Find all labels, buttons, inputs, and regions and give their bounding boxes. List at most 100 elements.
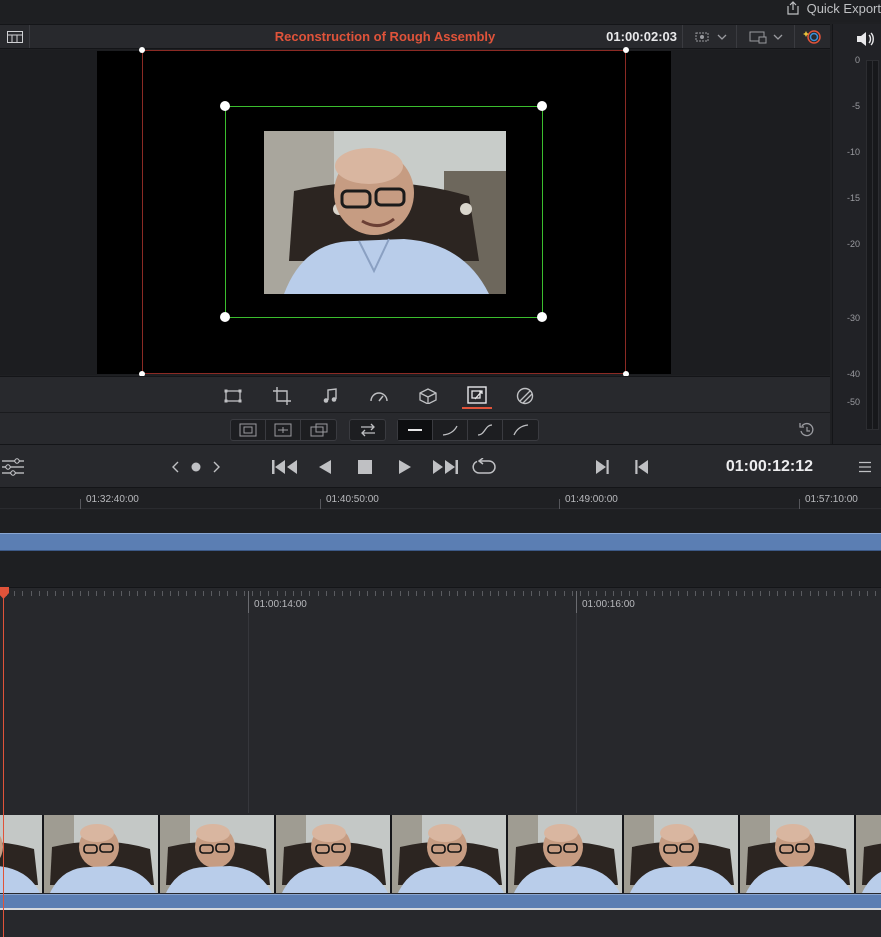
ruler-minor-tick [400, 591, 401, 596]
ruler-minor-tick [129, 591, 130, 596]
dynamic-zoom-tool[interactable] [462, 383, 492, 409]
ruler-tick [559, 499, 560, 509]
zoom-handle[interactable] [220, 101, 230, 111]
loop-button[interactable] [470, 457, 498, 477]
upper-timeline-clip[interactable] [0, 533, 881, 551]
ruler-minor-tick [588, 591, 589, 596]
crop-icon [273, 387, 291, 405]
bounds-handle[interactable] [139, 47, 145, 53]
ruler-minor-tick [613, 591, 614, 596]
swap-group [349, 419, 386, 441]
loop-icon [472, 458, 496, 474]
play-icon [399, 460, 411, 474]
ruler-minor-tick [580, 591, 581, 596]
ruler-minor-tick [785, 591, 786, 596]
inspector-toggle[interactable] [0, 457, 26, 477]
speaker-icon[interactable] [855, 30, 875, 48]
zoom-end-button[interactable] [301, 420, 336, 440]
ruler-minor-tick [523, 591, 524, 596]
go-to-next-icon [596, 460, 609, 474]
ruler-minor-tick [367, 591, 368, 596]
ruler-minor-tick [22, 591, 23, 596]
meter-tick: -10 [846, 147, 860, 157]
playhead-marker-icon[interactable] [0, 587, 9, 599]
zoom-end-rectangle[interactable] [225, 106, 543, 318]
mark-out-button[interactable] [589, 457, 615, 477]
ruler-minor-tick [145, 591, 146, 596]
dot-icon [191, 462, 201, 472]
chevron-down-icon [773, 34, 782, 40]
zoom-handle[interactable] [537, 101, 547, 111]
composite-tool[interactable] [510, 383, 540, 409]
ease-in-button[interactable] [433, 420, 468, 440]
transform-tool[interactable] [218, 383, 248, 409]
ruler-label: 01:49:00:00 [565, 494, 618, 505]
zoom-start-button[interactable] [231, 420, 266, 440]
ruler-minor-tick [334, 591, 335, 596]
audio-tool[interactable] [315, 383, 345, 409]
ruler-minor-tick [482, 591, 483, 596]
zoom-handle[interactable] [537, 312, 547, 322]
play-reverse-button[interactable] [312, 457, 338, 477]
ruler-minor-tick [350, 591, 351, 596]
speed-tool[interactable] [364, 383, 394, 409]
ruler-minor-tick [186, 591, 187, 596]
ruler-tick [799, 499, 800, 509]
quick-export-button[interactable]: Quick Export [785, 0, 881, 16]
clip-thumbnail [508, 815, 624, 893]
ruler-minor-tick [777, 591, 778, 596]
quick-export-label: Quick Export [806, 0, 881, 16]
ruler-minor-tick [104, 591, 105, 596]
chevron-down-icon [717, 34, 726, 40]
ruler-minor-tick [268, 591, 269, 596]
upper-timeline-ruler[interactable]: 01:32:40:00 01:40:50:00 01:49:00:00 01:5… [0, 489, 881, 509]
stop-button[interactable] [352, 457, 378, 477]
stabilize-tool[interactable] [413, 383, 443, 409]
ruler-minor-tick [416, 591, 417, 596]
play-button[interactable] [392, 457, 418, 477]
options-menu-button[interactable] [852, 457, 878, 477]
ruler-minor-tick [309, 591, 310, 596]
reset-button[interactable] [798, 421, 816, 444]
crop-tool[interactable] [267, 383, 297, 409]
video-clip-filmstrip[interactable] [0, 815, 881, 893]
go-to-end-button[interactable] [430, 457, 460, 477]
timeline-title: Reconstruction of Rough Assembly [274, 29, 496, 44]
ruler-minor-tick [31, 591, 32, 596]
ruler-minor-tick [473, 591, 474, 596]
ruler-minor-tick [875, 591, 876, 596]
display-dropdown[interactable] [736, 25, 794, 48]
frame-start-icon [239, 423, 257, 437]
reset-icon [799, 422, 814, 437]
ease-in-out-button[interactable] [468, 420, 503, 440]
ruler-minor-tick [137, 591, 138, 596]
lower-timeline-ruler[interactable]: 01:00:14:00 01:00:16:00 [0, 587, 881, 613]
ruler-minor-tick [80, 591, 81, 596]
swap-button[interactable] [350, 420, 385, 440]
viewer-mode-dropdown[interactable] [682, 25, 736, 48]
ruler-minor-tick [719, 591, 720, 596]
ruler-minor-tick [219, 591, 220, 596]
go-to-start-button[interactable] [270, 457, 300, 477]
ruler-minor-tick [752, 591, 753, 596]
ruler-minor-tick [826, 591, 827, 596]
ease-out-button[interactable] [503, 420, 538, 440]
mark-in-button[interactable] [629, 457, 655, 477]
viewer-layout-button[interactable] [0, 25, 30, 48]
ruler-minor-tick [555, 591, 556, 596]
next-edit-button[interactable] [203, 457, 229, 477]
audio-clip[interactable] [0, 894, 881, 910]
ruler-label: 01:40:50:00 [326, 494, 379, 505]
playhead-line[interactable] [3, 588, 4, 937]
ruler-minor-tick [432, 591, 433, 596]
music-note-icon [323, 388, 337, 403]
zoom-handle[interactable] [220, 312, 230, 322]
effects-button[interactable] [794, 25, 830, 48]
zoom-mid-button[interactable] [266, 420, 301, 440]
bounds-handle[interactable] [623, 47, 629, 53]
ruler-minor-tick [818, 591, 819, 596]
playhead-timecode: 01:00:12:12 [725, 458, 813, 475]
ease-linear-button[interactable] [398, 420, 433, 440]
ruler-minor-tick [96, 591, 97, 596]
ruler-minor-tick [654, 591, 655, 596]
